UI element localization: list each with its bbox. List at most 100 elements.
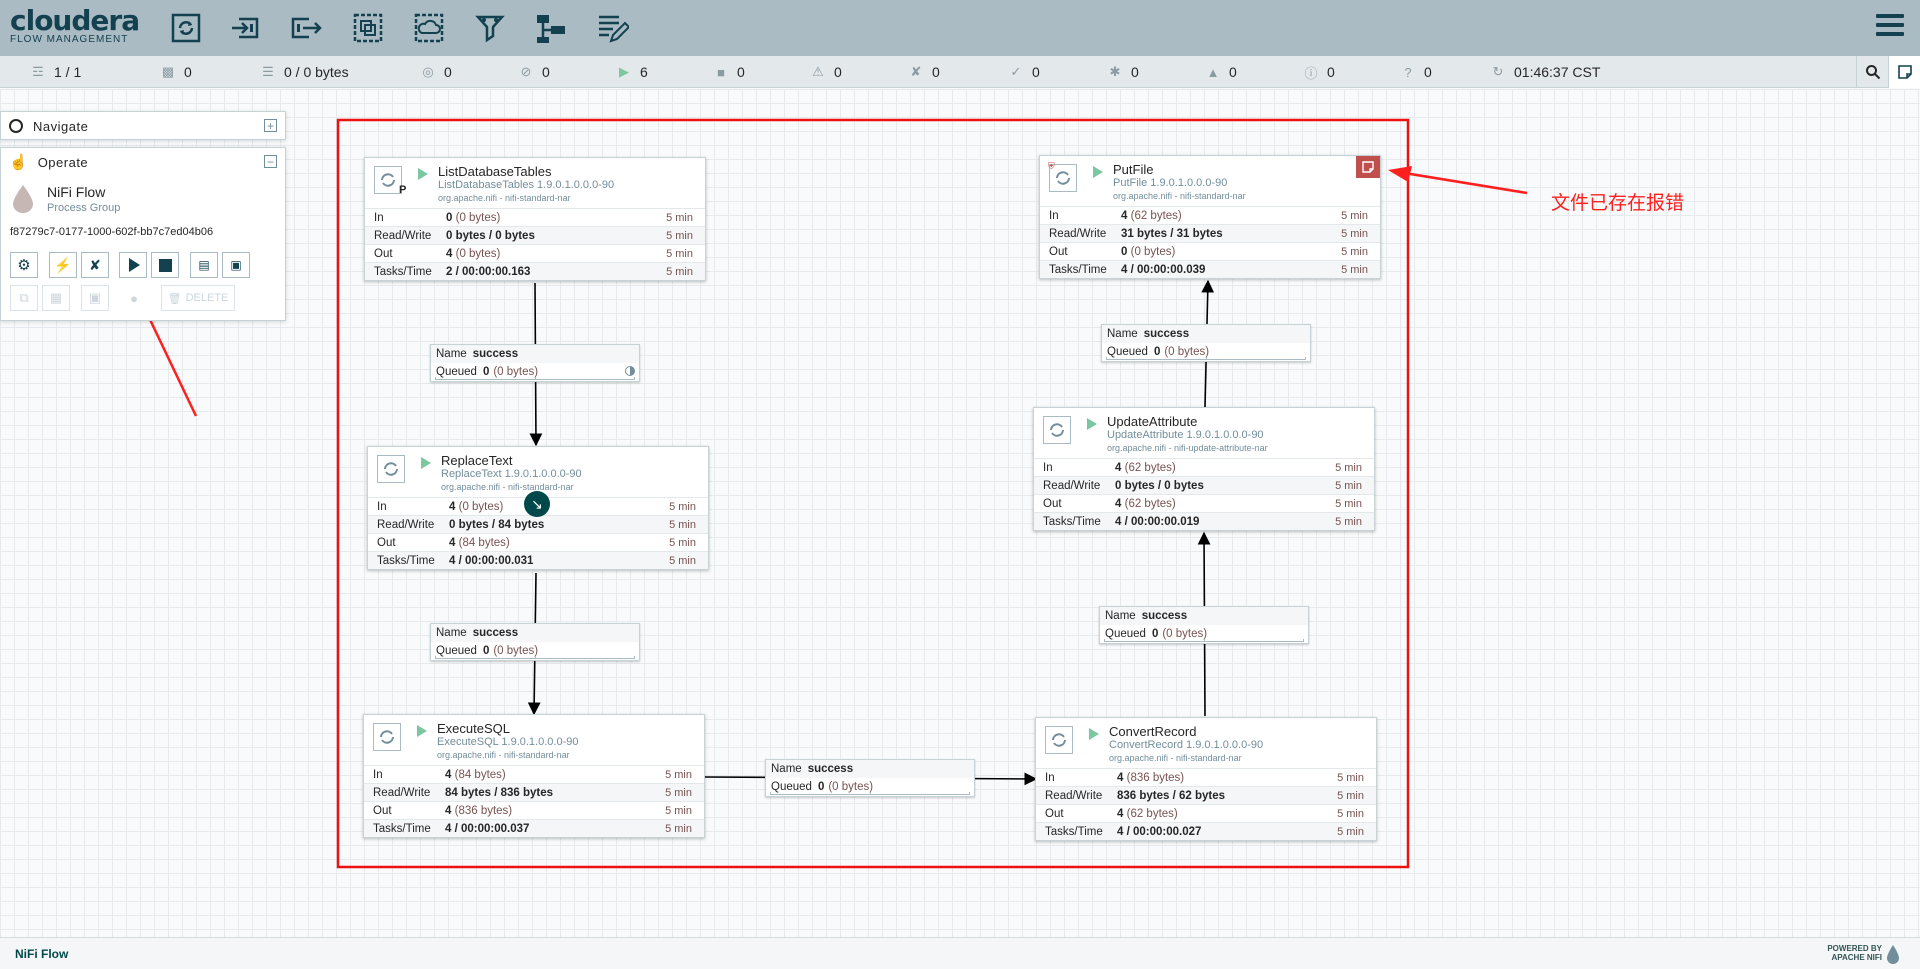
tasks-label: Tasks/Time [1043, 515, 1101, 528]
processor-icon[interactable] [166, 8, 206, 48]
connection-label-5[interactable]: Name success Queued 0 (0 bytes) [1101, 324, 1311, 362]
process-group-icon[interactable] [348, 8, 388, 48]
disabled-icon: ✘ [910, 64, 922, 79]
stopped-count: 0 [737, 64, 745, 80]
stats-in-row: In 4 (84 bytes) 5 min [364, 765, 704, 783]
in-size: (836 bytes) [1126, 771, 1185, 784]
configure-button[interactable]: ⚙ [10, 252, 38, 278]
processor-update-attribute[interactable]: UpdateAttribute UpdateAttribute 1.9.0.1.… [1033, 407, 1375, 531]
connection-label-4[interactable]: Name success Queued 0 (0 bytes) [1099, 606, 1309, 644]
tasks-value: 4 / 00:00:00.031 [449, 554, 534, 567]
remote-process-group-icon[interactable] [409, 8, 449, 48]
rw-label: Read/Write [1043, 479, 1101, 492]
start-button[interactable] [119, 252, 147, 278]
delete-button[interactable]: 🗑 DELETE [161, 285, 235, 311]
navigate-header[interactable]: Navigate + [1, 112, 285, 140]
paste-icon: ▦ [49, 290, 63, 305]
stats-rw-row: Read/Write 0 bytes / 0 bytes 5 min [1034, 476, 1374, 494]
logo-text: cloudera [10, 4, 140, 37]
flash-icon: ⚡ [54, 256, 72, 273]
processor-type-icon [1045, 726, 1073, 754]
backpressure-bars [770, 792, 970, 795]
bulletin-board-button[interactable] [1888, 56, 1920, 88]
running-state-icon [417, 725, 427, 737]
in-count: 4 [445, 768, 452, 781]
last-refreshed-time: 01:46:37 CST [1514, 64, 1601, 80]
processor-list-database-tables[interactable]: P ListDatabaseTables ListDatabaseTables … [364, 157, 706, 281]
paint-drop-icon: ● [130, 290, 138, 306]
running-icon: ▶ [619, 64, 629, 79]
expand-navigate-icon[interactable]: + [264, 119, 277, 132]
out-size: (0 bytes) [1130, 245, 1176, 258]
primary-node-badge: P [399, 184, 407, 196]
flow-status-bar: ☲ 1 / 1 ▩ 0 ☰ 0 / 0 bytes ◎ 0 ⊘ 0 ▶ 6 ■ 0 ⚠ 0 ✘ 0… [0, 56, 1920, 88]
rw-value: 0 bytes / 84 bytes [449, 518, 545, 531]
disable-button[interactable]: ✘ [81, 252, 109, 278]
copy-button[interactable]: ⧉ [10, 285, 38, 311]
stats-window: 5 min [1335, 479, 1362, 492]
queued-value: 0 / 0 bytes [284, 64, 349, 80]
annotation-arrowhead-right [1388, 166, 1412, 182]
operate-palette: ☝ Operate − NiFi Flow Process Group f872… [0, 147, 286, 321]
processor-bundle: org.apache.nifi - nifi-standard-nar [1113, 191, 1246, 201]
stats-window: 5 min [1337, 825, 1364, 838]
search-button[interactable] [1856, 56, 1888, 88]
in-count: 0 [446, 211, 453, 224]
template-icon[interactable] [531, 8, 571, 48]
processor-bundle: org.apache.nifi - nifi-standard-nar [438, 193, 571, 203]
refresh-status[interactable]: ↻ 01:46:37 CST [1490, 64, 1601, 80]
group-button[interactable]: ▣ [81, 285, 109, 311]
transmitting-count: 0 [444, 64, 452, 80]
processor-execute-sql[interactable]: ExecuteSQL ExecuteSQL 1.9.0.1.0.0.0-90 o… [363, 714, 705, 838]
in-count: 4 [449, 500, 456, 513]
create-template-button[interactable]: ▤ [190, 252, 218, 278]
refresh-icon[interactable]: ↻ [1490, 64, 1506, 79]
processor-convert-record[interactable]: ConvertRecord ConvertRecord 1.9.0.1.0.0.… [1035, 717, 1377, 841]
global-menu-icon[interactable] [1876, 14, 1904, 40]
out-size: (836 bytes) [454, 804, 513, 817]
tasks-value: 4 / 00:00:00.019 [1115, 515, 1200, 528]
threads-icon: ▩ [161, 64, 175, 79]
processor-put-file[interactable]: ⛨ PutFile PutFile 1.9.0.1.0.0.0-90 org.a… [1039, 155, 1381, 279]
stop-button[interactable] [151, 252, 179, 278]
paste-button[interactable]: ▦ [42, 285, 70, 311]
processor-type-icon [1043, 416, 1071, 444]
in-label: In [374, 211, 384, 224]
color-button[interactable]: ● [120, 285, 148, 311]
output-port-icon[interactable] [286, 8, 326, 48]
relationship-name: success [472, 627, 519, 639]
stats-window: 5 min [666, 229, 693, 242]
out-size: (84 bytes) [458, 536, 510, 549]
tasks-label: Tasks/Time [1049, 263, 1107, 276]
connection-label-3[interactable]: Name success Queued 0 (0 bytes) [765, 759, 975, 797]
operate-header[interactable]: ☝ Operate − [1, 148, 285, 176]
stats-window: 5 min [1335, 461, 1362, 474]
stats-tasks-row: Tasks/Time 4 / 00:00:00.039 5 min [1040, 260, 1380, 278]
input-port-icon[interactable] [226, 8, 266, 48]
sync-failure-status: ? 0 [1400, 64, 1431, 80]
selected-component-name: NiFi Flow [47, 184, 106, 200]
breadcrumb-root[interactable]: NiFi Flow [15, 947, 68, 961]
processor-replace-text[interactable]: ReplaceText ReplaceText 1.9.0.1.0.0.0-90… [367, 446, 709, 570]
backpressure-bars [1106, 357, 1306, 360]
enable-button[interactable]: ⚡ [49, 252, 77, 278]
disabled-count: 0 [932, 64, 940, 80]
connection-label-2[interactable]: Name success Queued 0 (0 bytes) [430, 623, 640, 661]
flow-canvas[interactable]: Navigate + ☝ Operate − NiFi Flow Process… [0, 89, 1920, 937]
stats-window: 5 min [1341, 209, 1368, 222]
name-label: Name [771, 763, 802, 775]
running-state-icon [418, 168, 428, 180]
collapse-operate-icon[interactable]: − [264, 155, 277, 168]
rw-label: Read/Write [374, 229, 432, 242]
label-icon[interactable] [592, 8, 632, 48]
stats-out-row: Out 4 (84 bytes) 5 min [368, 533, 708, 551]
upload-template-button[interactable]: ▣ [222, 252, 250, 278]
in-count: 4 [1115, 461, 1122, 474]
out-count: 4 [1115, 497, 1122, 510]
connection-label-1[interactable]: Name success Queued 0 (0 bytes) [430, 344, 640, 382]
bulletin-indicator[interactable] [1356, 156, 1380, 178]
in-label: In [377, 500, 387, 513]
stats-window: 5 min [665, 786, 692, 799]
funnel-icon[interactable] [470, 8, 510, 48]
cursor-move-icon: ↘ [524, 491, 550, 517]
